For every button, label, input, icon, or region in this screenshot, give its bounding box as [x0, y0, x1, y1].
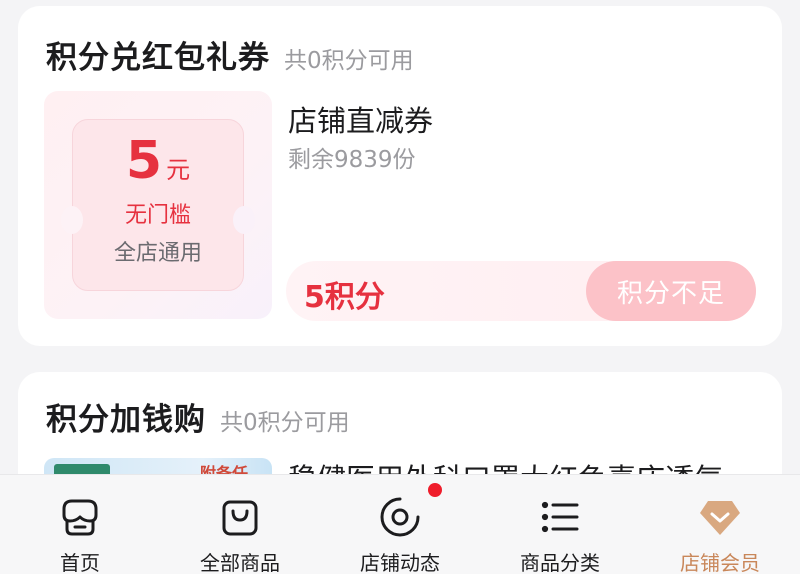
tab-label: 首页	[60, 551, 100, 574]
notification-dot	[428, 483, 442, 497]
list-icon	[538, 495, 582, 539]
tab-home[interactable]: 首页	[0, 475, 160, 574]
points-price-bar: 5积分 积分不足	[286, 261, 756, 321]
tab-categories[interactable]: 商品分类	[480, 475, 640, 574]
tab-shop-dynamics[interactable]: 店铺动态	[320, 475, 480, 574]
coupon-unit: 元	[166, 156, 191, 184]
shopping-bag-icon	[218, 495, 262, 539]
section-title: 积分加钱购	[46, 402, 206, 438]
bottom-tab-bar: 首页 全部商品 店铺动态 商品分类 店铺会员	[0, 474, 800, 574]
coupon-remaining: 剩余9839份	[288, 147, 416, 173]
redeem-button[interactable]: 积分不足	[586, 261, 756, 321]
points-price: 5积分	[304, 280, 385, 315]
storefront-icon	[58, 495, 102, 539]
redeem-coupons-card: 积分兑红包礼券 共0积分可用 5 元 无门槛 全店通用 店铺直减券 剩余9839…	[18, 6, 782, 346]
section-header: 积分兑红包礼券 共0积分可用	[46, 32, 414, 77]
section-header: 积分加钱购 共0积分可用	[46, 394, 350, 439]
dynamic-circle-icon	[378, 495, 422, 539]
coupon-value: 5 元	[126, 135, 190, 187]
shop-points-page: 积分兑红包礼券 共0积分可用 5 元 无门槛 全店通用 店铺直减券 剩余9839…	[0, 0, 800, 574]
coupon-face: 5 元 无门槛 全店通用	[61, 119, 255, 291]
coupon-threshold: 无门槛	[124, 203, 191, 228]
coupon-notch-left	[61, 206, 83, 234]
coupon-scope: 全店通用	[113, 241, 202, 266]
tab-shop-membership[interactable]: 店铺会员	[640, 475, 800, 574]
member-diamond-icon	[698, 495, 742, 539]
tab-label: 商品分类	[520, 551, 600, 574]
available-points-text: 共0积分可用	[220, 410, 350, 436]
coupon-notch-right	[233, 206, 255, 234]
section-title: 积分兑红包礼券	[46, 40, 270, 76]
coupon-name: 店铺直减券	[288, 104, 434, 138]
tab-label: 店铺会员	[680, 551, 760, 574]
tab-label: 店铺动态	[360, 551, 440, 574]
available-points-text: 共0积分可用	[284, 48, 414, 74]
tab-label: 全部商品	[200, 551, 280, 574]
coupon-tile[interactable]: 5 元 无门槛 全店通用	[44, 91, 272, 319]
coupon-amount: 5	[125, 131, 163, 191]
tab-all-products[interactable]: 全部商品	[160, 475, 320, 574]
